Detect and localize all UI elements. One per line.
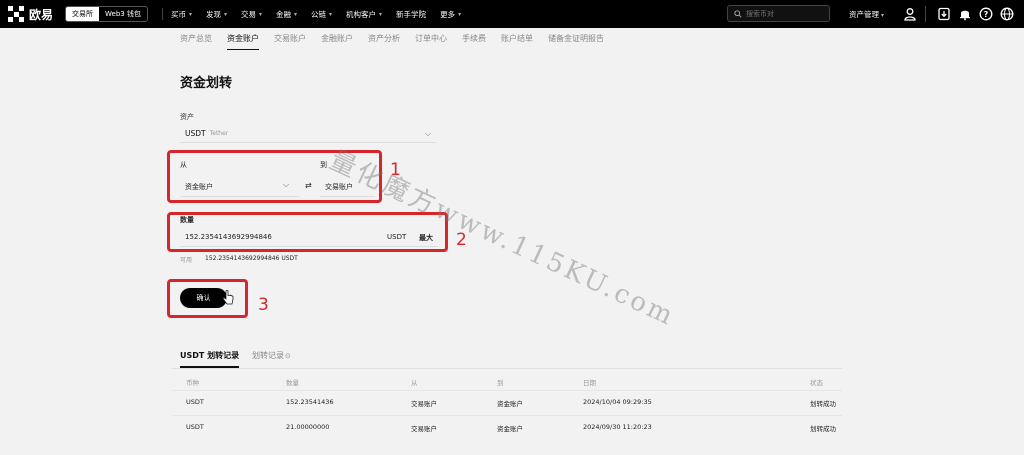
chevron-down-icon[interactable]: ⌵ <box>425 129 431 139</box>
subnav-tab[interactable]: 储备金证明报告 <box>548 30 604 50</box>
globe-icon[interactable] <box>1000 7 1014 21</box>
table-cell: 交易账户 <box>411 400 437 408</box>
available-label: 可用 <box>180 257 193 264</box>
table-cell: 2024/10/04 09:29:35 <box>583 398 652 406</box>
subnav-tab[interactable]: 资金账户 <box>227 30 259 50</box>
tab-all-label: 划转记录 <box>252 351 284 360</box>
table-cell: 资金账户 <box>497 400 523 408</box>
chevron-down-icon: ▾ <box>294 10 298 18</box>
subnav-tab[interactable]: 资产总览 <box>180 30 212 50</box>
search-input[interactable] <box>746 9 826 18</box>
subnav-tab[interactable]: 资产分析 <box>368 30 400 50</box>
asset-code: USDT <box>185 129 206 138</box>
table-header-cell: 数量 <box>286 379 299 387</box>
subnav-tab[interactable]: 账户结单 <box>501 30 533 50</box>
annotation-box-3 <box>167 279 248 318</box>
tab-all-transfer-records[interactable]: 划转记录⊙ <box>252 350 291 361</box>
nav-item[interactable]: 金融 ▾ <box>276 9 297 20</box>
chevron-down-icon: ▾ <box>223 10 227 18</box>
nav-item-label: 公链 <box>311 9 327 19</box>
mode-exchange-button[interactable]: 交易所 <box>66 7 100 21</box>
page-title: 资金划转 <box>180 76 233 91</box>
subnav-tab[interactable]: 金融账户 <box>321 30 353 50</box>
search-icon <box>734 9 742 18</box>
download-app-icon[interactable] <box>937 7 951 21</box>
search-box[interactable] <box>727 5 830 22</box>
nav-item-label: 买币 <box>170 9 186 19</box>
nav-item[interactable]: 更多 ▾ <box>440 9 461 20</box>
svg-text:?: ? <box>984 10 989 19</box>
table-cell: 2024/09/30 11:20:23 <box>583 423 652 431</box>
nav-item[interactable]: 发现 ▾ <box>206 9 227 20</box>
table-cell: 交易账户 <box>411 425 437 433</box>
table-cell: 划转成功 <box>810 400 836 408</box>
mode-web3-button[interactable]: Web3 钱包 <box>99 7 147 21</box>
chevron-down-icon: ▾ <box>188 10 192 18</box>
available-value: 152.2354143692994846 USDT <box>205 255 298 262</box>
table-cell: USDT <box>186 398 204 406</box>
nav-item-label: 金融 <box>276 9 292 19</box>
chevron-down-icon: ▾ <box>881 12 885 19</box>
table-row-divider <box>172 415 842 416</box>
asset-management-label: 资产管理 <box>849 10 879 19</box>
bell-icon[interactable] <box>958 7 972 21</box>
subnav-tab[interactable]: 手续费 <box>462 30 486 50</box>
nav-item[interactable]: 机构客户 ▾ <box>346 9 382 20</box>
icon-divider <box>925 6 926 22</box>
table-header-cell: 币种 <box>186 379 199 387</box>
okx-logo[interactable]: 欧易 <box>8 6 53 23</box>
chevron-down-icon: ▾ <box>329 10 333 18</box>
table-cell: 152.23541436 <box>286 398 334 406</box>
nav-item[interactable]: 新手学院 <box>396 9 426 20</box>
table-header-cell: 到 <box>497 379 504 387</box>
subnav-tab[interactable]: 订单中心 <box>415 30 447 50</box>
mode-switch: 交易所 Web3 钱包 <box>65 6 148 22</box>
asset-name: Tether <box>209 130 229 137</box>
asset-management-menu[interactable]: 资产管理 ▾ <box>849 9 884 20</box>
asset-sub-navigation: 资产总览 资金账户 交易账户 金融账户 资产分析 订单中心 手续费 账户结单 储备金证明报告 <box>180 30 619 50</box>
table-cell: 划转成功 <box>810 425 836 433</box>
table-header-cell: 日期 <box>583 379 596 387</box>
chevron-down-icon: ▾ <box>259 10 263 18</box>
tab-usdt-transfer-records[interactable]: USDT 划转记录 <box>180 350 240 368</box>
user-icon[interactable] <box>903 7 917 21</box>
nav-item-label: 交易 <box>241 9 256 19</box>
chevron-down-icon: ▾ <box>379 10 383 18</box>
nav-item[interactable]: 买币 ▾ <box>171 9 192 20</box>
table-header-cell: 状态 <box>810 379 823 387</box>
table-cell: 21.00000000 <box>286 423 330 431</box>
table-cell: 资金账户 <box>497 425 523 433</box>
nav-item-label: 发现 <box>205 9 221 19</box>
tabs-divider <box>172 368 842 369</box>
nav-item-label: 更多 <box>440 9 456 19</box>
nav-divider <box>161 8 163 20</box>
annotation-number-3: 3 <box>258 295 269 315</box>
table-row-divider <box>172 390 842 391</box>
logo-text: 欧易 <box>29 7 54 22</box>
table-header-cell: 从 <box>411 379 418 387</box>
nav-item-label: 机构客户 <box>346 9 377 19</box>
chevron-down-icon: ▾ <box>458 10 462 18</box>
annotation-box-2 <box>167 212 448 252</box>
nav-item-label: 新手学院 <box>396 9 427 19</box>
subnav-tab[interactable]: 交易账户 <box>274 30 306 50</box>
asset-select[interactable]: USDT Tether <box>180 125 436 143</box>
nav-item[interactable]: 公链 ▾ <box>311 9 332 20</box>
help-icon[interactable]: ? <box>979 7 993 21</box>
circle-arrow-icon: ⊙ <box>285 352 291 360</box>
asset-label: 资产 <box>180 113 194 121</box>
table-cell: USDT <box>186 423 204 431</box>
okx-logo-icon <box>8 6 24 22</box>
nav-item[interactable]: 交易 ▾ <box>241 9 262 20</box>
main-nav: 买币 ▾ 发现 ▾ 交易 ▾ 金融 ▾ 公链 ▾ 机构客户 ▾ 新手学院 更多 ▾ <box>171 9 475 20</box>
